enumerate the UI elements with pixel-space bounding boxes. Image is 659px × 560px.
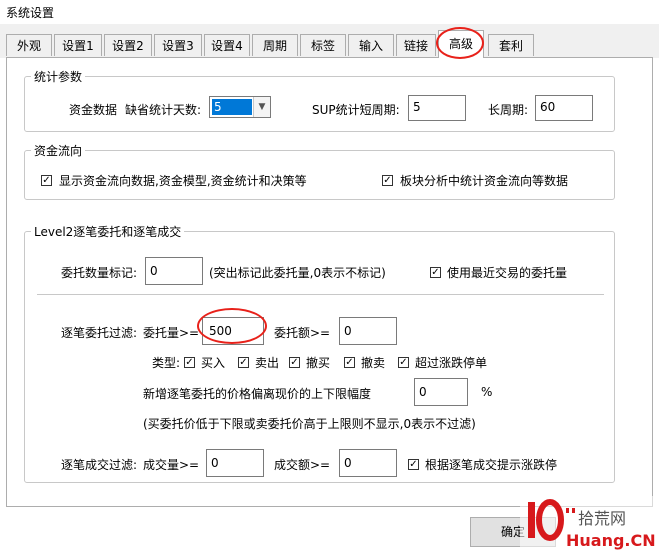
- order-mark-hint: (突出标记此委托量,0表示不标记): [209, 266, 386, 280]
- type-sell-label: 卖出: [255, 356, 280, 370]
- sup-short-input[interactable]: 5: [408, 95, 466, 121]
- divider: [37, 294, 604, 295]
- order-amt-input[interactable]: 0: [339, 317, 397, 345]
- order-mark-input[interactable]: 0: [145, 257, 203, 285]
- trade-amt-input[interactable]: 0: [339, 449, 397, 477]
- price-dev-hint: (买委托价低于下限或卖委托价高于上限则不显示,0表示不过滤): [143, 417, 476, 431]
- tab-settings3[interactable]: 设置3: [154, 34, 202, 56]
- highlight-circle-tab: [436, 27, 484, 59]
- svg-text:拾荒网: 拾荒网: [578, 509, 626, 528]
- fund-flow-group-title: 资金流向: [31, 142, 86, 159]
- tab-links[interactable]: 链接: [396, 34, 436, 56]
- svg-text:Huang.CN: Huang.CN: [566, 531, 656, 550]
- tab-settings4[interactable]: 设置4: [204, 34, 250, 56]
- tab-period[interactable]: 周期: [252, 34, 298, 56]
- trade-qty-input[interactable]: 0: [206, 449, 264, 477]
- type-limit-order-label: 超过涨跌停单: [415, 356, 488, 370]
- type-cancel-buy-checkbox[interactable]: ✓: [289, 357, 300, 368]
- window-title: 系统设置: [6, 6, 55, 20]
- price-dev-label: 新增逐笔委托的价格偏离现价的上下限幅度: [143, 387, 372, 401]
- trade-qty-label: 成交量>=: [143, 458, 200, 472]
- type-sell-checkbox[interactable]: ✓: [238, 357, 249, 368]
- level2-group-title: Level2逐笔委托和逐笔成交: [31, 223, 185, 240]
- type-label: 类型:: [152, 356, 181, 370]
- advanced-panel: 统计参数 资金数据 缺省统计天数: 5 ▼ SUP统计短周期: 5 长周期: 6…: [6, 57, 653, 507]
- title-bar: 系统设置: [0, 0, 659, 25]
- trade-filter-label: 逐笔成交过滤:: [61, 458, 138, 472]
- type-buy-checkbox[interactable]: ✓: [184, 357, 195, 368]
- type-limit-order-checkbox[interactable]: ✓: [398, 357, 409, 368]
- default-days-label: 缺省统计天数:: [125, 103, 202, 117]
- chevron-down-icon[interactable]: ▼: [253, 97, 270, 117]
- limit-hint-checkbox[interactable]: ✓: [408, 459, 419, 470]
- order-mark-label: 委托数量标记:: [61, 266, 138, 280]
- fund-flow-data-checkbox[interactable]: ✓: [41, 175, 52, 186]
- watermark-logo: 拾荒网 Huang.CN: [520, 496, 659, 557]
- recent-trade-label: 使用最近交易的委托量: [447, 266, 568, 280]
- highlight-circle-order-qty: [197, 308, 267, 344]
- tab-labels[interactable]: 标签: [300, 34, 346, 56]
- recent-trade-checkbox[interactable]: ✓: [430, 267, 441, 278]
- long-period-input[interactable]: 60: [535, 95, 593, 121]
- sup-short-label: SUP统计短周期:: [312, 103, 400, 117]
- tab-settings1[interactable]: 设置1: [54, 34, 102, 56]
- tab-settings2[interactable]: 设置2: [104, 34, 152, 56]
- price-dev-unit: %: [481, 385, 493, 399]
- order-amt-label: 委托额>=: [274, 326, 331, 340]
- limit-hint-label: 根据逐笔成交提示涨跌停: [425, 458, 558, 472]
- trade-amt-label: 成交额>=: [274, 458, 331, 472]
- type-buy-label: 买入: [201, 356, 226, 370]
- tab-strip: 外观 设置1 设置2 设置3 设置4 周期 标签 输入 链接 高级 套利: [0, 24, 659, 59]
- order-filter-label: 逐笔委托过滤:: [61, 326, 138, 340]
- type-cancel-sell-label: 撤卖: [361, 356, 386, 370]
- tab-input[interactable]: 输入: [348, 34, 394, 56]
- order-qty-label: 委托量>=: [143, 326, 200, 340]
- long-period-label: 长周期:: [488, 103, 529, 117]
- fund-flow-group: 资金流向 ✓ 显示资金流向数据,资金模型,资金统计和决策等 ✓ 板块分析中统计资…: [24, 142, 615, 200]
- level2-group: Level2逐笔委托和逐笔成交 委托数量标记: 0 (突出标记此委托量,0表示不…: [24, 223, 615, 483]
- sector-fund-flow-checkbox[interactable]: ✓: [382, 175, 393, 186]
- stats-group: 统计参数 资金数据 缺省统计天数: 5 ▼ SUP统计短周期: 5 长周期: 6…: [24, 68, 615, 132]
- tab-arbitrage[interactable]: 套利: [488, 34, 534, 56]
- default-days-value: 5: [212, 99, 252, 115]
- type-cancel-sell-checkbox[interactable]: ✓: [344, 357, 355, 368]
- price-dev-input[interactable]: 0: [414, 378, 468, 406]
- tab-appearance[interactable]: 外观: [6, 34, 52, 56]
- sector-fund-flow-label: 板块分析中统计资金流向等数据: [400, 174, 569, 188]
- fund-data-label: 资金数据: [69, 103, 118, 117]
- type-cancel-buy-label: 撤买: [306, 356, 331, 370]
- default-days-combo[interactable]: 5 ▼: [209, 96, 271, 118]
- stats-group-title: 统计参数: [31, 68, 86, 85]
- fund-flow-data-label: 显示资金流向数据,资金模型,资金统计和决策等: [59, 174, 307, 188]
- watermark-graphic: 拾荒网 Huang.CN: [520, 496, 659, 557]
